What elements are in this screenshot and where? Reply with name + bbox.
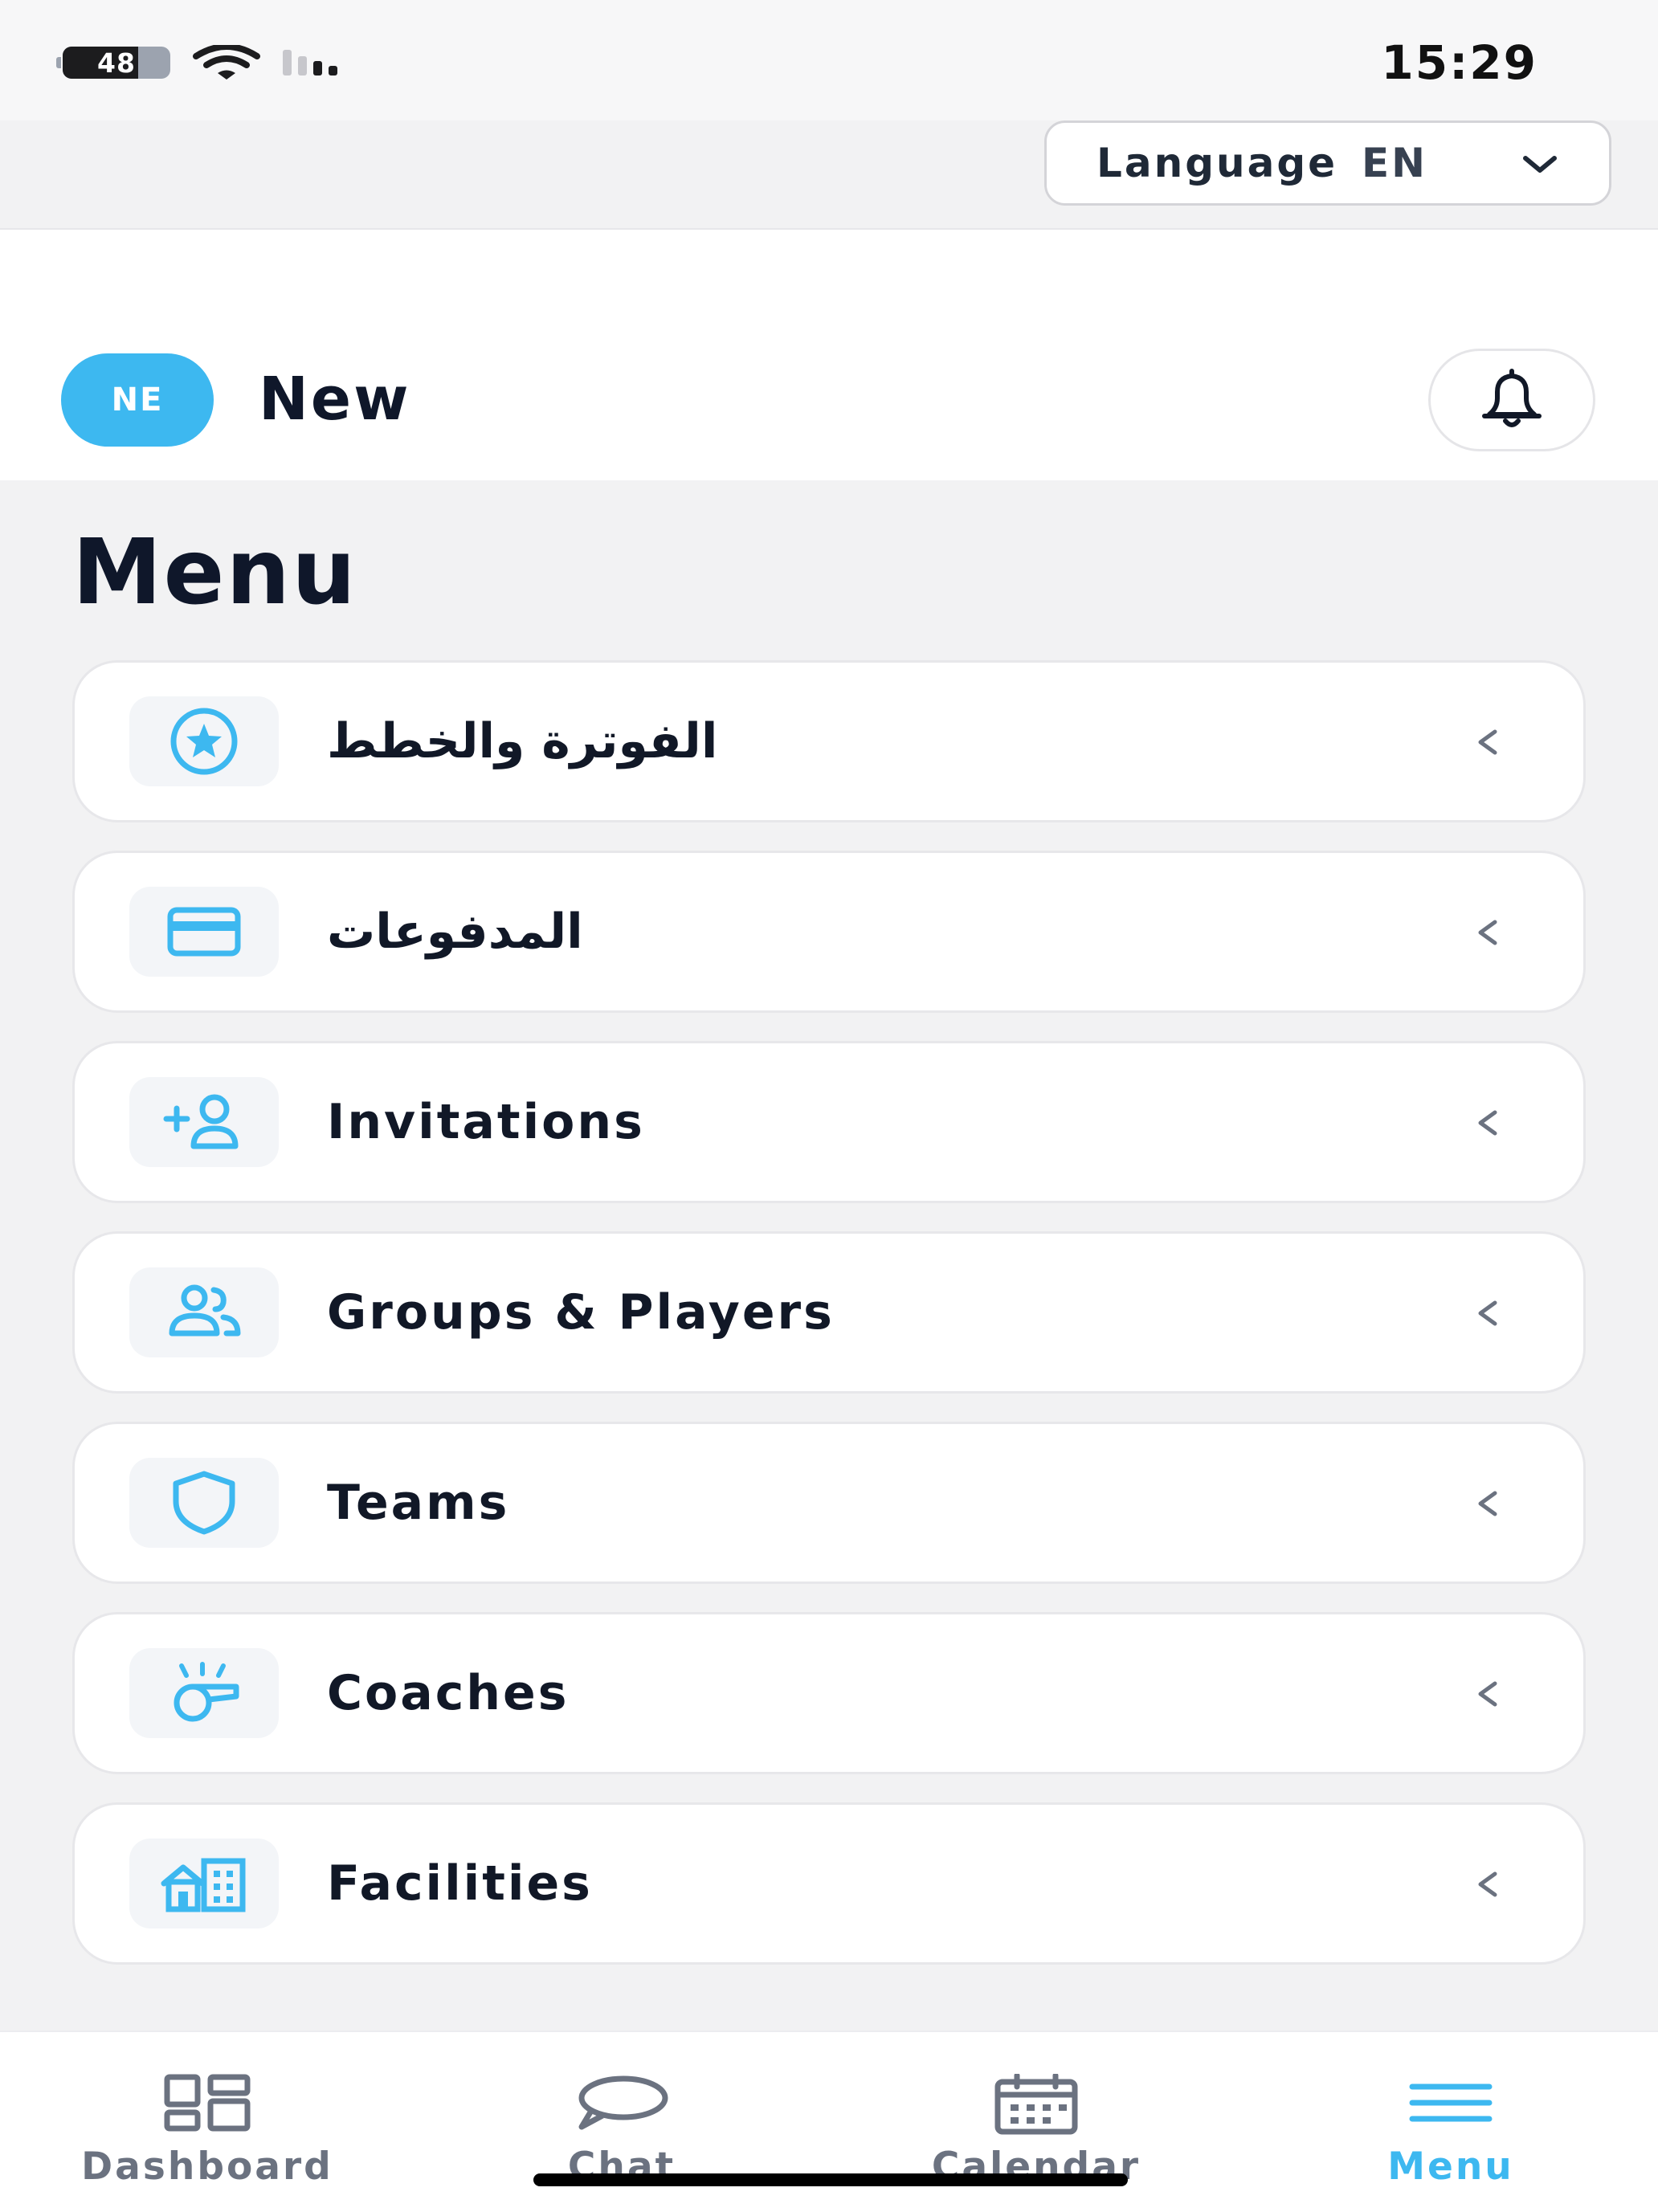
- tab-menu[interactable]: Menu: [1244, 2032, 1658, 2212]
- menu-item-groups-players[interactable]: Groups & Players: [72, 1231, 1586, 1394]
- menu-item-label: Coaches: [327, 1665, 570, 1721]
- menu-item-icon-box: [129, 696, 279, 786]
- menu-item-facilities[interactable]: Facilities: [72, 1802, 1586, 1965]
- battery-tip: [56, 57, 61, 68]
- add-user-icon: [163, 1094, 239, 1149]
- buildings-icon: [161, 1858, 246, 1912]
- tab-label: Dashboard: [81, 2145, 333, 2189]
- dashboard-icon: [164, 2074, 251, 2132]
- menu-list: الفوترة والخطط المدفوعات Invitations Gro…: [72, 660, 1586, 1993]
- language-select[interactable]: Language EN: [1044, 120, 1611, 206]
- battery-icon: 48: [63, 47, 170, 79]
- shield-icon: [173, 1471, 235, 1535]
- tab-dashboard[interactable]: Dashboard: [0, 2032, 414, 2212]
- profile-header: NE New: [0, 230, 1658, 480]
- menu-item-invitations[interactable]: Invitations: [72, 1041, 1586, 1203]
- menu-item-icon-box: [129, 1648, 279, 1738]
- chevron-left-icon: [1478, 1110, 1497, 1136]
- notifications-button[interactable]: [1428, 349, 1595, 451]
- wifi-icon: [193, 45, 260, 80]
- menu-item-icon-box: [129, 1458, 279, 1548]
- menu-item-teams[interactable]: Teams: [72, 1422, 1586, 1584]
- chevron-left-icon: [1478, 1300, 1497, 1326]
- menu-item-label: Teams: [327, 1475, 510, 1531]
- chevron-left-icon: [1478, 1491, 1497, 1516]
- chevron-left-icon: [1478, 1681, 1497, 1707]
- language-label: Language: [1096, 140, 1338, 186]
- language-value: EN: [1362, 140, 1428, 186]
- cellular-signal-icon: [283, 48, 337, 76]
- menu-item-billing-plans[interactable]: الفوترة والخطط: [72, 660, 1586, 822]
- menu-item-label: Facilities: [327, 1855, 593, 1912]
- credit-card-icon: [167, 907, 241, 957]
- battery-level: 48: [97, 47, 136, 79]
- hamburger-icon: [1409, 2083, 1493, 2122]
- whistle-icon: [174, 1662, 239, 1722]
- menu-item-icon-box: [129, 1267, 279, 1357]
- menu-item-icon-box: [129, 887, 279, 977]
- chevron-down-icon: [1523, 156, 1557, 173]
- chevron-left-icon: [1478, 729, 1497, 755]
- user-name: New: [259, 365, 411, 434]
- chat-bubble-icon: [578, 2075, 668, 2130]
- menu-item-label: الفوترة والخطط: [327, 713, 718, 769]
- bell-icon: [1482, 369, 1542, 427]
- status-bar: 48 15:29 Language EN: [0, 0, 1658, 206]
- menu-item-icon-box: [129, 1077, 279, 1167]
- menu-item-label: Groups & Players: [327, 1284, 835, 1341]
- calendar-icon: [994, 2074, 1078, 2135]
- menu-item-icon-box: [129, 1839, 279, 1928]
- star-badge-icon: [170, 708, 238, 775]
- menu-item-label: المدفوعات: [327, 904, 583, 960]
- menu-item-coaches[interactable]: Coaches: [72, 1612, 1586, 1774]
- tab-label: Menu: [1387, 2145, 1514, 2189]
- menu-item-payments[interactable]: المدفوعات: [72, 851, 1586, 1013]
- chevron-left-icon: [1478, 920, 1497, 945]
- page-title: Menu: [72, 520, 357, 625]
- menu-item-label: Invitations: [327, 1094, 645, 1150]
- avatar-initials: NE: [111, 382, 164, 418]
- home-indicator[interactable]: [533, 2173, 1128, 2186]
- chevron-left-icon: [1478, 1871, 1497, 1897]
- status-time: 15:29: [1381, 35, 1538, 90]
- users-icon: [169, 1284, 241, 1337]
- avatar[interactable]: NE: [61, 353, 214, 447]
